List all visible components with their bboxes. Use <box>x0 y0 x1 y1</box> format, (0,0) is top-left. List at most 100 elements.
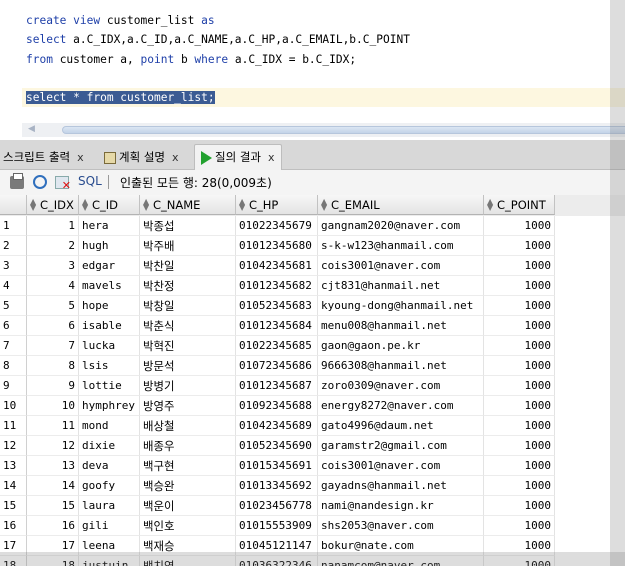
code-line[interactable]: select a.C_IDX,a.C_ID,a.C_NAME,a.C_HP,a.… <box>26 30 410 49</box>
table-cell[interactable]: mavels <box>79 276 140 296</box>
table-cell[interactable]: laura <box>79 496 140 516</box>
table-row[interactable]: 8 8 lsis 방문석 01072345686 9666308@hanmail.net 1… <box>0 356 555 376</box>
table-cell[interactable]: 배상철 <box>140 416 236 436</box>
table-cell[interactable]: 12 <box>27 436 79 456</box>
table-cell[interactable]: 16 <box>27 516 79 536</box>
table-cell[interactable]: gangnam2020@naver.com <box>318 216 484 236</box>
close-icon[interactable]: x <box>77 151 84 164</box>
table-cell[interactable]: 1000 <box>484 336 555 356</box>
table-row[interactable]: 2 2 hugh 박주배 01012345680 s-k-w123@hanmail.com… <box>0 236 555 256</box>
table-row[interactable]: 13 13 deva 백구현 01015345691 cois3001@naver.com… <box>0 456 555 476</box>
table-cell[interactable]: 01012345680 <box>236 236 318 256</box>
sort-icon[interactable]: ▲ ▼ <box>487 198 493 212</box>
table-cell[interactable]: 1000 <box>484 396 555 416</box>
table-cell[interactable]: 방병기 <box>140 376 236 396</box>
table-cell[interactable]: hera <box>79 216 140 236</box>
table-cell[interactable]: deva <box>79 456 140 476</box>
table-row[interactable]: 14 14 goofy 백승완 01013345692 gayadns@hanmail.n… <box>0 476 555 496</box>
table-row[interactable]: 12 12 dixie 배종우 01052345690 garamstr2@gmail.c… <box>0 436 555 456</box>
table-cell[interactable]: 1000 <box>484 296 555 316</box>
table-cell[interactable]: gili <box>79 516 140 536</box>
table-cell[interactable]: 1000 <box>484 436 555 456</box>
tab-query-result[interactable]: 질의 결과 x <box>194 144 282 170</box>
table-cell[interactable]: 01072345686 <box>236 356 318 376</box>
table-row[interactable]: 7 7 lucka 박혁진 01022345685 gaon@gaon.pe.kr 1000 <box>0 336 555 356</box>
table-cell[interactable]: 박창일 <box>140 296 236 316</box>
table-cell[interactable]: 1000 <box>484 316 555 336</box>
scrollbar-thumb[interactable] <box>62 126 625 134</box>
table-cell[interactable]: 01022345685 <box>236 336 318 356</box>
table-cell[interactable]: 01015553909 <box>236 516 318 536</box>
table-cell[interactable]: 1000 <box>484 216 555 236</box>
table-cell[interactable]: 1000 <box>484 276 555 296</box>
table-cell[interactable]: 백구현 <box>140 456 236 476</box>
table-cell[interactable]: dixie <box>79 436 140 456</box>
table-cell[interactable]: 15 <box>27 496 79 516</box>
table-cell[interactable]: 10 <box>27 396 79 416</box>
table-cell[interactable]: 01015345691 <box>236 456 318 476</box>
table-cell[interactable]: 1000 <box>484 476 555 496</box>
table-cell[interactable]: gayadns@hanmail.net <box>318 476 484 496</box>
table-cell[interactable]: menu008@hanmail.net <box>318 316 484 336</box>
delete-icon[interactable]: ✕ <box>55 176 71 191</box>
table-cell[interactable]: 01022345679 <box>236 216 318 236</box>
code-line[interactable] <box>26 69 410 88</box>
results-grid[interactable]: ▲ ▼ C_IDX ▲ ▼ C_ID ▲ ▼ C_NAME ▲ ▼ C_HP ▲ ▼ C_EMAIL ▲ ▼ C_… <box>0 195 625 566</box>
table-cell[interactable]: 01012345687 <box>236 376 318 396</box>
print-icon[interactable] <box>10 173 24 189</box>
table-cell[interactable]: 01013345692 <box>236 476 318 496</box>
table-cell[interactable]: 백인호 <box>140 516 236 536</box>
table-cell[interactable]: gato4996@daum.net <box>318 416 484 436</box>
table-cell[interactable]: 2 <box>27 236 79 256</box>
column-header-c-hp[interactable]: ▲ ▼ C_HP <box>236 195 318 215</box>
close-icon[interactable]: x <box>172 151 179 164</box>
table-cell[interactable]: 4 <box>27 276 79 296</box>
table-cell[interactable]: 백운이 <box>140 496 236 516</box>
table-cell[interactable]: cjt831@hanmail.net <box>318 276 484 296</box>
table-row[interactable]: 1 1 hera 박종섭 01022345679 gangnam2020@naver.co… <box>0 216 555 236</box>
table-row[interactable]: 3 3 edgar 박찬일 01042345681 cois3001@naver.com 1… <box>0 256 555 276</box>
table-cell[interactable]: 1000 <box>484 416 555 436</box>
table-cell[interactable]: goofy <box>79 476 140 496</box>
table-cell[interactable]: kyoung-dong@hanmail.net <box>318 296 484 316</box>
table-cell[interactable]: 8 <box>27 356 79 376</box>
column-header-c-point[interactable]: ▲ ▼ C_POINT <box>484 195 555 215</box>
table-cell[interactable]: 방영주 <box>140 396 236 416</box>
column-header-c-id[interactable]: ▲ ▼ C_ID <box>79 195 140 215</box>
code-line[interactable]: create view customer_list as <box>26 11 410 30</box>
table-cell[interactable]: nami@nandesign.kr <box>318 496 484 516</box>
table-cell[interactable]: 1000 <box>484 236 555 256</box>
table-cell[interactable]: 01052345690 <box>236 436 318 456</box>
table-cell[interactable]: 9666308@hanmail.net <box>318 356 484 376</box>
column-header-c-idx[interactable]: ▲ ▼ C_IDX <box>27 195 79 215</box>
table-row[interactable]: 9 9 lottie 방병기 01012345687 zoro0309@naver.com… <box>0 376 555 396</box>
table-cell[interactable]: hymphrey <box>79 396 140 416</box>
table-cell[interactable]: 1000 <box>484 456 555 476</box>
scroll-left-icon[interactable]: ◀ <box>28 124 35 134</box>
sort-icon[interactable]: ▲ ▼ <box>143 198 149 212</box>
table-cell[interactable]: 방문석 <box>140 356 236 376</box>
table-row[interactable]: 6 6 isable 박춘식 01012345684 menu008@hanmail.ne… <box>0 316 555 336</box>
table-cell[interactable]: 01052345683 <box>236 296 318 316</box>
table-cell[interactable]: 11 <box>27 416 79 436</box>
table-cell[interactable]: 7 <box>27 336 79 356</box>
table-row[interactable]: 11 11 mond 배상철 01042345689 gato4996@daum.net 1… <box>0 416 555 436</box>
table-cell[interactable]: 9 <box>27 376 79 396</box>
table-cell[interactable]: 1000 <box>484 356 555 376</box>
table-cell[interactable]: 01012345684 <box>236 316 318 336</box>
table-cell[interactable]: 1000 <box>484 496 555 516</box>
table-cell[interactable]: lsis <box>79 356 140 376</box>
table-cell[interactable]: 13 <box>27 456 79 476</box>
table-cell[interactable]: edgar <box>79 256 140 276</box>
table-cell[interactable]: s-k-w123@hanmail.com <box>318 236 484 256</box>
table-cell[interactable]: 배종우 <box>140 436 236 456</box>
table-cell[interactable]: 백승완 <box>140 476 236 496</box>
table-row[interactable]: 5 5 hope 박창일 01052345683 kyoung-dong@hanmail.… <box>0 296 555 316</box>
table-cell[interactable]: 6 <box>27 316 79 336</box>
table-cell[interactable]: isable <box>79 316 140 336</box>
table-cell[interactable]: lucka <box>79 336 140 356</box>
table-row[interactable]: 16 16 gili 백인호 01015553909 shs2053@naver.com 1… <box>0 516 555 536</box>
table-cell[interactable]: 01092345688 <box>236 396 318 416</box>
editor-horizontal-scrollbar[interactable]: ◀ <box>22 123 625 137</box>
sql-editor[interactable]: create view customer_list as select a.C_I… <box>0 0 625 140</box>
